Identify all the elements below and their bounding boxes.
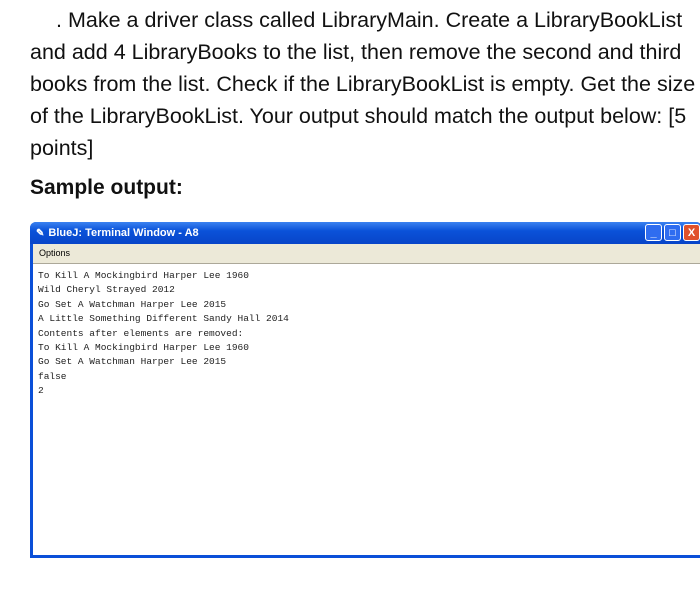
menu-options[interactable]: Options (39, 248, 70, 258)
output-line: To Kill A Mockingbird Harper Lee 1960 (38, 270, 249, 281)
output-line: 2 (38, 385, 44, 397)
output-line: Go Set A Watchman Harper Lee 2015 (38, 356, 227, 368)
maximize-button[interactable]: □ (664, 224, 681, 241)
menu-bar: Options (33, 244, 700, 264)
question-text: . Make a driver class called LibraryMain.… (30, 4, 700, 164)
output-line: Contents after elements are removed: (38, 327, 244, 339)
output-line: false (38, 370, 67, 382)
output-line: A Little Something Different Sandy Hall … (38, 313, 289, 325)
output-line: To Kill A Mockingbird Harper Lee 1960 (38, 342, 249, 354)
bluej-icon: ✎ (36, 228, 45, 239)
title-bar[interactable]: ✎ BlueJ: Terminal Window - A8 _ □ X (30, 222, 700, 244)
bullet: . (56, 8, 62, 32)
terminal-window: ✎ BlueJ: Terminal Window - A8 _ □ X Options… (30, 222, 700, 558)
close-button[interactable]: X (683, 224, 700, 241)
window-title: BlueJ: Terminal Window - A8 (48, 227, 199, 239)
output-line: Wild Cheryl Strayed 2012 (38, 284, 175, 296)
sample-output-heading: Sample output: (30, 176, 183, 199)
terminal-output[interactable]: To Kill A Mockingbird Harper Lee 1960 Wi… (33, 264, 700, 555)
output-line: Go Set A Watchman Harper Lee 2015 (38, 298, 227, 310)
question-body: Make a driver class called LibraryMain. … (30, 8, 696, 160)
minimize-button[interactable]: _ (645, 224, 662, 241)
